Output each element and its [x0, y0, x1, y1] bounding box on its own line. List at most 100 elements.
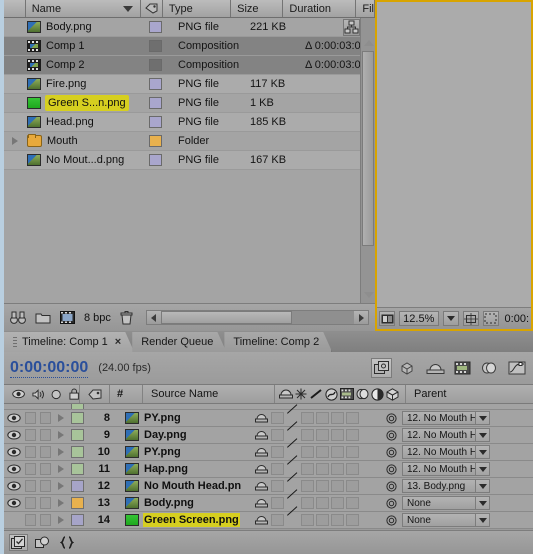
layer-parent-cell[interactable]: None — [381, 512, 533, 528]
effects-switch[interactable] — [301, 480, 314, 492]
scroll-up-button[interactable] — [362, 36, 375, 49]
layer-disclosure-triangle[interactable] — [53, 512, 68, 528]
effects-switch[interactable] — [301, 463, 314, 475]
parent-dropdown[interactable]: 12. No Mouth H — [402, 445, 490, 459]
frame-blend-switch[interactable] — [316, 463, 329, 475]
timeline-row-8[interactable]: 8 PY.png 12. No Mouth H — [4, 410, 533, 427]
project-item-name-cell[interactable]: No Mout...d.png — [27, 151, 149, 169]
parent-dropdown[interactable]: 13. Body.png — [402, 479, 490, 493]
layer-label-color[interactable] — [68, 410, 87, 426]
layer-label-color[interactable] — [68, 444, 87, 460]
motion-blur-switch[interactable] — [331, 412, 344, 424]
parent-column-header[interactable]: Parent — [406, 385, 533, 403]
project-row-comp-2[interactable]: Comp 2 Composition Δ 0:00:03:00 — [4, 56, 360, 75]
layer-visibility-toggle[interactable] — [4, 444, 23, 460]
layer-switches[interactable] — [250, 478, 381, 494]
layer-visibility-toggle[interactable] — [4, 512, 23, 528]
project-row-comp-1[interactable]: Comp 1 Composition Δ 0:00:03:00 — [4, 37, 360, 56]
layer-lock-toggle[interactable] — [38, 461, 53, 477]
project-item-label-swatch[interactable] — [149, 113, 172, 131]
layer-disclosure-triangle[interactable] — [53, 495, 68, 511]
effects-icon[interactable] — [325, 387, 338, 401]
chevron-down-icon[interactable] — [475, 497, 489, 509]
speaker-icon[interactable] — [32, 388, 45, 400]
layer-visibility-toggle[interactable] — [4, 427, 23, 443]
project-item-label-swatch[interactable] — [149, 37, 172, 55]
composition-mini-flowchart-icon[interactable] — [371, 358, 392, 378]
frame-blend-switch[interactable] — [316, 497, 329, 509]
layer-parent-cell[interactable]: 13. Body.png — [381, 478, 533, 494]
current-timecode[interactable]: 0:00:00:00 — [10, 359, 89, 378]
layer-audio-toggle[interactable] — [23, 444, 38, 460]
layer-parent-cell[interactable]: 12. No Mouth H — [381, 444, 533, 460]
toggle-view-icon[interactable] — [379, 311, 395, 326]
layer-source-cell[interactable]: Hap.png — [118, 461, 250, 477]
layer-audio-toggle[interactable] — [23, 512, 38, 528]
chevron-down-icon[interactable] — [475, 412, 489, 424]
project-row-green-screen[interactable]: Green S...n.png PNG file 1 KB — [4, 94, 360, 113]
composition-stage[interactable] — [377, 2, 531, 307]
collapse-switch[interactable] — [271, 514, 284, 526]
timeline-row-12[interactable]: 12 No Mouth Head.pn 13. Body.png — [4, 478, 533, 495]
layer-disclosure-triangle[interactable] — [53, 410, 68, 426]
pick-whip-icon[interactable] — [386, 463, 397, 475]
project-item-label-swatch[interactable] — [149, 56, 172, 74]
layer-switches[interactable] — [250, 461, 381, 477]
column-header-size[interactable]: Size — [231, 0, 284, 17]
collapse-switch[interactable] — [271, 480, 284, 492]
project-item-name-cell[interactable]: Fire.png — [27, 75, 149, 93]
project-hierarchy-icon[interactable] — [343, 19, 360, 36]
project-item-name-cell[interactable]: Green S...n.png — [27, 94, 149, 112]
layer-lock-toggle[interactable] — [38, 495, 53, 511]
column-header-type[interactable]: Type — [162, 0, 232, 17]
motion-blur-switch[interactable] — [331, 463, 344, 475]
pick-whip-icon[interactable] — [386, 514, 397, 526]
layer-switches[interactable] — [250, 427, 381, 443]
project-item-label-swatch[interactable] — [149, 75, 172, 93]
bit-depth-label[interactable]: 8 bpc — [84, 312, 111, 324]
new-folder-icon[interactable] — [35, 311, 51, 324]
project-item-name-cell[interactable]: Mouth — [27, 132, 149, 150]
3d-layer-icon[interactable] — [386, 387, 399, 401]
source-name-header[interactable]: Source Name — [143, 385, 275, 403]
column-header-duration[interactable]: Duration — [283, 0, 357, 17]
region-of-interest-icon[interactable] — [462, 311, 479, 326]
layer-parent-cell[interactable]: None — [381, 495, 533, 511]
layer-source-cell[interactable]: No Mouth Head.pn — [118, 478, 250, 494]
composition-timecode[interactable]: 0:00: — [503, 313, 529, 325]
layer-parent-cell[interactable]: 12. No Mouth H — [381, 410, 533, 426]
label-tag-header[interactable] — [80, 385, 110, 403]
layer-visibility-toggle[interactable] — [4, 410, 23, 426]
motion-blur-switch[interactable] — [331, 480, 344, 492]
layer-disclosure-triangle[interactable] — [53, 427, 68, 443]
new-composition-icon[interactable] — [60, 311, 75, 324]
layer-lock-toggle[interactable] — [38, 444, 53, 460]
effects-switch[interactable] — [301, 514, 314, 526]
layer-parent-cell[interactable]: 12. No Mouth H — [381, 427, 533, 443]
parent-dropdown[interactable]: 12. No Mouth H — [402, 411, 490, 425]
column-header-name[interactable]: Name — [25, 0, 142, 17]
effects-switch[interactable] — [301, 412, 314, 424]
project-row-no-mouth[interactable]: No Mout...d.png PNG file 167 KB — [4, 151, 360, 170]
project-item-label-swatch[interactable] — [149, 94, 172, 112]
layer-source-cell[interactable]: PY.png — [118, 410, 250, 426]
frame-blend-switch[interactable] — [316, 412, 329, 424]
motion-blur-switch[interactable] — [331, 497, 344, 509]
layer-switches[interactable] — [250, 444, 381, 460]
layer-audio-toggle[interactable] — [23, 478, 38, 494]
3d-layer-switch[interactable] — [346, 514, 359, 526]
timeline-row-11[interactable]: 11 Hap.png 12. No Mouth H — [4, 461, 533, 478]
pick-whip-icon[interactable] — [386, 480, 397, 492]
project-item-name-cell[interactable]: Head.png — [27, 113, 149, 131]
parent-dropdown[interactable]: None — [402, 496, 490, 510]
column-header-file-path[interactable]: Fil — [356, 0, 375, 17]
frame-blend-switch[interactable] — [316, 480, 329, 492]
frame-blending-icon[interactable] — [452, 358, 473, 378]
project-item-name-cell[interactable]: Body.png — [27, 18, 149, 36]
project-row-body[interactable]: Body.png PNG file 221 KB — [4, 18, 360, 37]
layer-label-color[interactable] — [68, 461, 87, 477]
pick-whip-icon[interactable] — [386, 497, 397, 509]
chevron-down-icon[interactable] — [475, 429, 489, 441]
project-vertical-scrollbar[interactable] — [360, 18, 375, 303]
pick-whip-icon[interactable] — [386, 412, 397, 424]
